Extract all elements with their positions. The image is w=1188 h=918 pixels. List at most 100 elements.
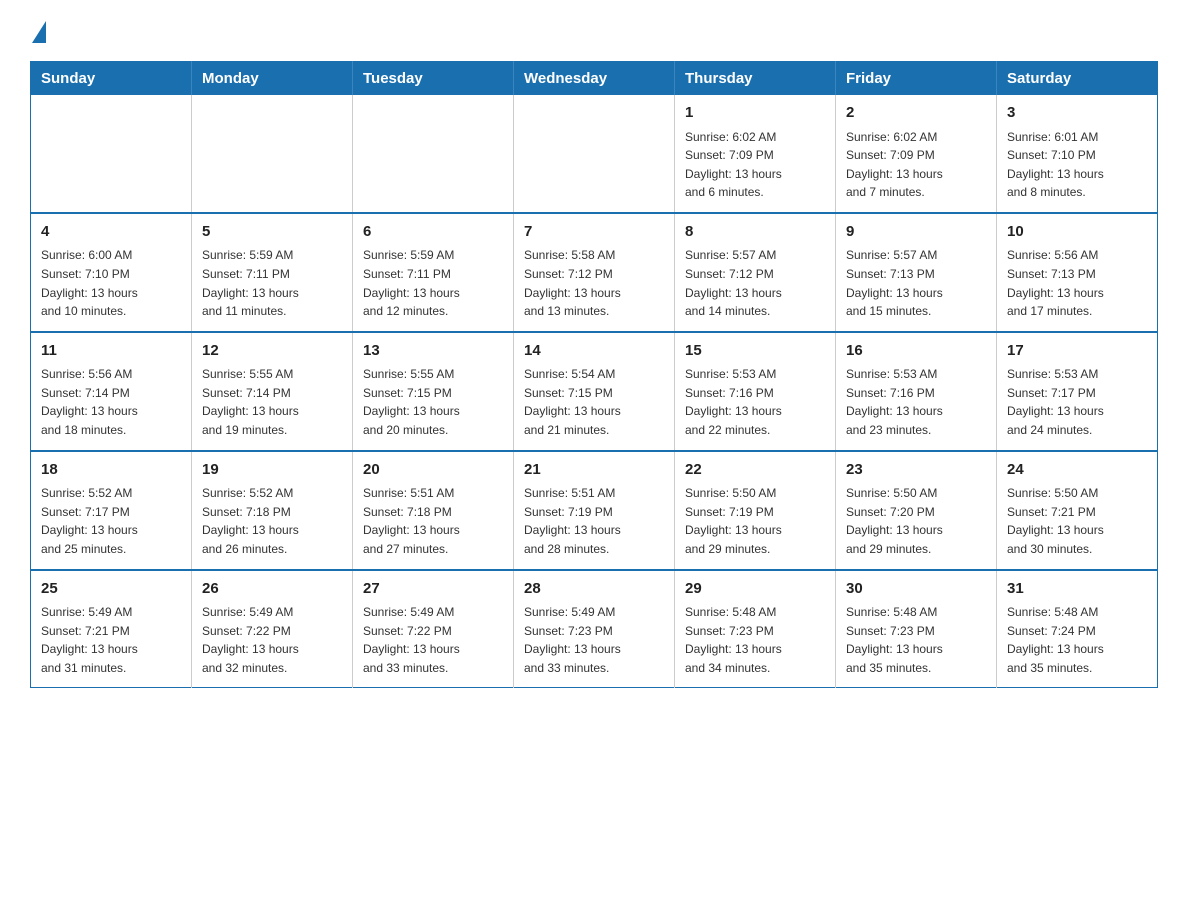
calendar-cell: 9Sunrise: 5:57 AM Sunset: 7:13 PM Daylig… (836, 213, 997, 332)
day-info: Sunrise: 5:53 AM Sunset: 7:17 PM Dayligh… (1007, 365, 1147, 439)
calendar-week-row: 4Sunrise: 6:00 AM Sunset: 7:10 PM Daylig… (31, 213, 1158, 332)
day-number: 12 (202, 340, 342, 363)
day-info: Sunrise: 5:49 AM Sunset: 7:23 PM Dayligh… (524, 603, 664, 677)
calendar-cell (514, 95, 675, 213)
calendar-header-saturday: Saturday (997, 62, 1158, 96)
day-number: 20 (363, 459, 503, 482)
calendar-cell: 28Sunrise: 5:49 AM Sunset: 7:23 PM Dayli… (514, 570, 675, 688)
calendar-cell: 20Sunrise: 5:51 AM Sunset: 7:18 PM Dayli… (353, 451, 514, 570)
day-info: Sunrise: 5:49 AM Sunset: 7:22 PM Dayligh… (202, 603, 342, 677)
calendar-week-row: 25Sunrise: 5:49 AM Sunset: 7:21 PM Dayli… (31, 570, 1158, 688)
day-number: 6 (363, 221, 503, 244)
calendar-cell: 29Sunrise: 5:48 AM Sunset: 7:23 PM Dayli… (675, 570, 836, 688)
calendar-cell: 31Sunrise: 5:48 AM Sunset: 7:24 PM Dayli… (997, 570, 1158, 688)
calendar-header-tuesday: Tuesday (353, 62, 514, 96)
calendar-cell: 11Sunrise: 5:56 AM Sunset: 7:14 PM Dayli… (31, 332, 192, 451)
day-number: 10 (1007, 221, 1147, 244)
calendar-cell: 22Sunrise: 5:50 AM Sunset: 7:19 PM Dayli… (675, 451, 836, 570)
day-number: 19 (202, 459, 342, 482)
calendar-header-friday: Friday (836, 62, 997, 96)
calendar-cell: 15Sunrise: 5:53 AM Sunset: 7:16 PM Dayli… (675, 332, 836, 451)
day-info: Sunrise: 5:49 AM Sunset: 7:22 PM Dayligh… (363, 603, 503, 677)
calendar-cell: 5Sunrise: 5:59 AM Sunset: 7:11 PM Daylig… (192, 213, 353, 332)
day-info: Sunrise: 5:55 AM Sunset: 7:14 PM Dayligh… (202, 365, 342, 439)
calendar-cell: 13Sunrise: 5:55 AM Sunset: 7:15 PM Dayli… (353, 332, 514, 451)
calendar-cell: 18Sunrise: 5:52 AM Sunset: 7:17 PM Dayli… (31, 451, 192, 570)
day-number: 23 (846, 459, 986, 482)
day-number: 15 (685, 340, 825, 363)
day-info: Sunrise: 5:57 AM Sunset: 7:12 PM Dayligh… (685, 246, 825, 320)
calendar-cell: 27Sunrise: 5:49 AM Sunset: 7:22 PM Dayli… (353, 570, 514, 688)
day-info: Sunrise: 5:51 AM Sunset: 7:19 PM Dayligh… (524, 484, 664, 558)
calendar-cell: 30Sunrise: 5:48 AM Sunset: 7:23 PM Dayli… (836, 570, 997, 688)
calendar-table: SundayMondayTuesdayWednesdayThursdayFrid… (30, 61, 1158, 688)
calendar-cell: 4Sunrise: 6:00 AM Sunset: 7:10 PM Daylig… (31, 213, 192, 332)
day-number: 8 (685, 221, 825, 244)
calendar-header-thursday: Thursday (675, 62, 836, 96)
page-header (30, 20, 1158, 43)
calendar-header-sunday: Sunday (31, 62, 192, 96)
day-number: 16 (846, 340, 986, 363)
day-info: Sunrise: 5:57 AM Sunset: 7:13 PM Dayligh… (846, 246, 986, 320)
day-number: 30 (846, 578, 986, 601)
day-info: Sunrise: 5:48 AM Sunset: 7:23 PM Dayligh… (685, 603, 825, 677)
day-number: 9 (846, 221, 986, 244)
calendar-cell (31, 95, 192, 213)
day-number: 21 (524, 459, 664, 482)
day-info: Sunrise: 5:52 AM Sunset: 7:17 PM Dayligh… (41, 484, 181, 558)
day-info: Sunrise: 5:59 AM Sunset: 7:11 PM Dayligh… (202, 246, 342, 320)
day-number: 18 (41, 459, 181, 482)
calendar-week-row: 1 Sunrise: 6:02 AM Sunset: 7:09 PM Daylig… (31, 95, 1158, 213)
day-info: Sunrise: 5:53 AM Sunset: 7:16 PM Dayligh… (685, 365, 825, 439)
day-info: Sunrise: 6:02 AM Sunset: 7:09 PM Dayligh… (685, 128, 825, 202)
day-number: 27 (363, 578, 503, 601)
day-info: Sunrise: 5:58 AM Sunset: 7:12 PM Dayligh… (524, 246, 664, 320)
calendar-cell: 21Sunrise: 5:51 AM Sunset: 7:19 PM Dayli… (514, 451, 675, 570)
day-number: 4 (41, 221, 181, 244)
calendar-header-row: SundayMondayTuesdayWednesdayThursdayFrid… (31, 62, 1158, 96)
calendar-cell: 12Sunrise: 5:55 AM Sunset: 7:14 PM Dayli… (192, 332, 353, 451)
day-info: Sunrise: 5:54 AM Sunset: 7:15 PM Dayligh… (524, 365, 664, 439)
calendar-cell: 10Sunrise: 5:56 AM Sunset: 7:13 PM Dayli… (997, 213, 1158, 332)
calendar-cell: 19Sunrise: 5:52 AM Sunset: 7:18 PM Dayli… (192, 451, 353, 570)
logo (30, 20, 46, 43)
day-info: Sunrise: 5:48 AM Sunset: 7:24 PM Dayligh… (1007, 603, 1147, 677)
day-info: Sunrise: 5:56 AM Sunset: 7:13 PM Dayligh… (1007, 246, 1147, 320)
day-number: 11 (41, 340, 181, 363)
day-number: 29 (685, 578, 825, 601)
calendar-cell: 8Sunrise: 5:57 AM Sunset: 7:12 PM Daylig… (675, 213, 836, 332)
day-info: Sunrise: 5:50 AM Sunset: 7:19 PM Dayligh… (685, 484, 825, 558)
day-info: Sunrise: 5:50 AM Sunset: 7:20 PM Dayligh… (846, 484, 986, 558)
calendar-cell: 24Sunrise: 5:50 AM Sunset: 7:21 PM Dayli… (997, 451, 1158, 570)
logo-triangle-icon (32, 21, 46, 43)
calendar-cell: 3Sunrise: 6:01 AM Sunset: 7:10 PM Daylig… (997, 95, 1158, 213)
calendar-cell: 6Sunrise: 5:59 AM Sunset: 7:11 PM Daylig… (353, 213, 514, 332)
calendar-cell: 2Sunrise: 6:02 AM Sunset: 7:09 PM Daylig… (836, 95, 997, 213)
day-number: 7 (524, 221, 664, 244)
day-info: Sunrise: 5:52 AM Sunset: 7:18 PM Dayligh… (202, 484, 342, 558)
calendar-header-monday: Monday (192, 62, 353, 96)
calendar-cell: 16Sunrise: 5:53 AM Sunset: 7:16 PM Dayli… (836, 332, 997, 451)
day-number: 25 (41, 578, 181, 601)
day-number: 17 (1007, 340, 1147, 363)
calendar-cell: 26Sunrise: 5:49 AM Sunset: 7:22 PM Dayli… (192, 570, 353, 688)
day-info: Sunrise: 5:55 AM Sunset: 7:15 PM Dayligh… (363, 365, 503, 439)
day-info: Sunrise: 5:51 AM Sunset: 7:18 PM Dayligh… (363, 484, 503, 558)
day-number: 5 (202, 221, 342, 244)
calendar-cell (192, 95, 353, 213)
calendar-cell: 1 Sunrise: 6:02 AM Sunset: 7:09 PM Daylig… (675, 95, 836, 213)
day-number: 2 (846, 102, 986, 125)
day-number: 1 (685, 102, 825, 125)
day-number: 3 (1007, 102, 1147, 125)
day-info: Sunrise: 6:00 AM Sunset: 7:10 PM Dayligh… (41, 246, 181, 320)
day-info: Sunrise: 5:49 AM Sunset: 7:21 PM Dayligh… (41, 603, 181, 677)
calendar-cell: 17Sunrise: 5:53 AM Sunset: 7:17 PM Dayli… (997, 332, 1158, 451)
day-number: 13 (363, 340, 503, 363)
day-number: 14 (524, 340, 664, 363)
day-number: 24 (1007, 459, 1147, 482)
calendar-cell: 23Sunrise: 5:50 AM Sunset: 7:20 PM Dayli… (836, 451, 997, 570)
day-number: 28 (524, 578, 664, 601)
calendar-cell (353, 95, 514, 213)
day-info: Sunrise: 5:53 AM Sunset: 7:16 PM Dayligh… (846, 365, 986, 439)
calendar-header-wednesday: Wednesday (514, 62, 675, 96)
